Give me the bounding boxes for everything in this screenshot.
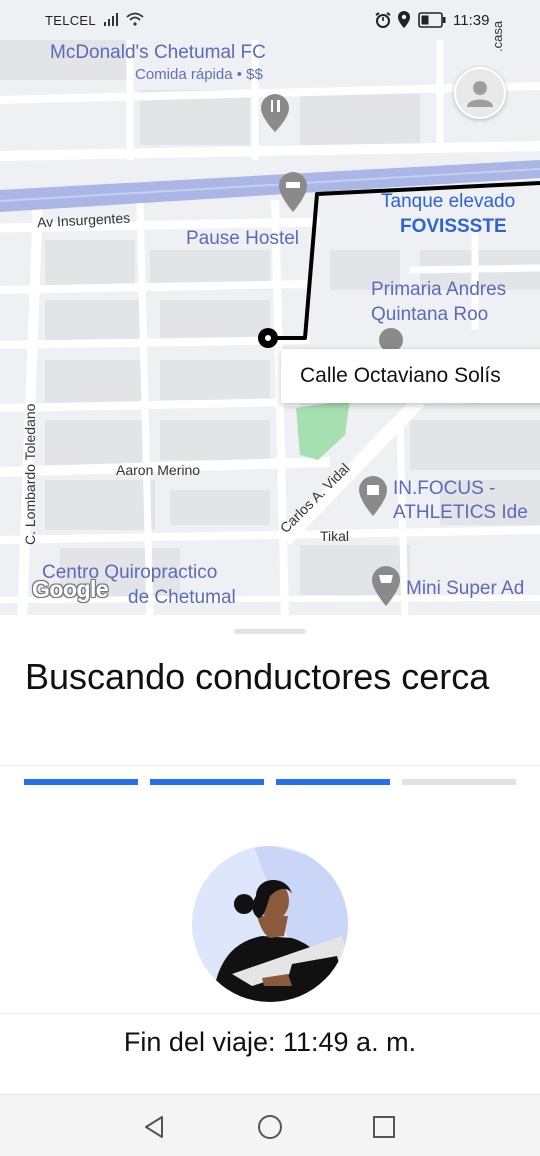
map-view[interactable]: TELCEL 11:39 McDonald's Chetumal FC Comi… [0,0,540,620]
poi-infocus-line2[interactable]: ATHLETICS Ide [393,502,528,524]
divider [0,1013,540,1014]
poi-primaria-line2[interactable]: Quintana Roo [371,304,488,326]
alarm-icon [375,12,391,31]
signal-icon [104,12,122,29]
battery-icon [418,12,446,31]
sheet-title: Buscando conductores cerca [25,656,490,697]
progress-segment [150,779,264,785]
street-toledano: C. Lombardo Toledano [22,403,38,545]
poi-tanque-line1[interactable]: Tanque elevado [381,191,515,213]
back-icon [145,1116,163,1138]
street-aaron-merino: Aaron Merino [116,462,201,478]
carrier-label: TELCEL [45,13,96,28]
profile-icon [467,81,493,107]
poi-mcdonalds-name[interactable]: McDonald's Chetumal FC [50,42,266,64]
divider [0,765,540,766]
wifi-icon [126,12,144,29]
bottom-sheet: Buscando conductores cerca Fin del viaje… [0,615,540,1095]
back-button[interactable] [140,1113,168,1141]
profile-button[interactable] [454,67,506,119]
recents-button[interactable] [370,1113,398,1141]
status-time: 11:39 [453,12,490,29]
home-icon [258,1115,282,1139]
trip-end-eta: Fin del viaje: 11:49 a. m. [123,1027,417,1057]
location-icon [398,11,410,31]
progress-segment [402,779,516,785]
driver-illustration [192,846,348,1002]
street-tikal: Tikal [320,528,350,544]
google-logo: Google [32,576,109,602]
pickup-callout[interactable]: Calle Octaviano Solís [281,349,540,403]
status-bar: TELCEL 11:39 [0,0,540,40]
poi-quiro-line2[interactable]: de Chetumal [128,587,236,609]
poi-mini-super[interactable]: Mini Super Ad [406,578,524,600]
home-button[interactable] [256,1113,284,1141]
street-casa: .casa [490,20,505,52]
system-nav-bar [0,1094,540,1156]
poi-infocus-line1[interactable]: IN.FOCUS - [393,478,495,500]
recents-icon [373,1116,395,1138]
poi-tanque-line2[interactable]: FOVISSSTE [400,216,507,238]
search-progress [24,779,516,785]
sheet-drag-handle[interactable] [234,629,306,634]
poi-pause-hostel[interactable]: Pause Hostel [186,228,299,250]
progress-segment [24,779,138,785]
poi-primaria-line1[interactable]: Primaria Andres [371,279,506,301]
poi-mcdonalds-sub: Comida rápida • $$ [135,66,263,83]
progress-segment [276,779,390,785]
